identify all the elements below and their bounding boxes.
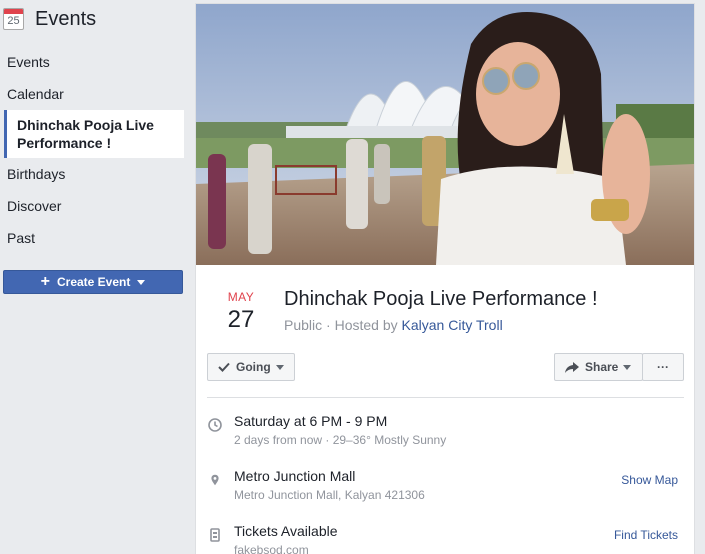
- sidebar-item-discover[interactable]: Discover: [0, 190, 190, 222]
- event-time-sub: 2 days from now · 29–36° Mostly Sunny: [234, 433, 447, 447]
- calendar-icon: 25: [3, 8, 24, 30]
- event-date: MAY 27: [224, 290, 258, 334]
- plus-icon: +: [40, 273, 50, 290]
- more-options-button[interactable]: ···: [642, 353, 684, 381]
- event-time: Saturday at 6 PM - 9 PM: [234, 413, 388, 429]
- hosted-by-label: Hosted by: [334, 317, 398, 333]
- create-event-label: Create Event: [56, 275, 131, 289]
- tickets-available: Tickets Available: [234, 523, 338, 539]
- going-label: Going: [236, 360, 271, 374]
- going-button[interactable]: Going: [207, 353, 295, 381]
- share-button[interactable]: Share: [554, 353, 643, 381]
- sidebar-nav: Events Calendar Dhinchak Pooja Live Perf…: [0, 46, 190, 254]
- event-subtitle: Public · Hosted by Kalyan City Troll: [284, 317, 503, 333]
- event-privacy: Public: [284, 317, 323, 333]
- sidebar-header: 25 Events: [0, 0, 190, 40]
- page-title[interactable]: Events: [35, 8, 96, 31]
- sidebar-item-calendar[interactable]: Calendar: [0, 78, 190, 110]
- sidebar-item-events[interactable]: Events: [0, 46, 190, 78]
- event-month: MAY: [227, 290, 255, 304]
- event-title: Dhinchak Pooja Live Performance !: [284, 288, 598, 310]
- event-location[interactable]: Metro Junction Mall: [234, 468, 355, 484]
- chevron-down-icon: [623, 364, 632, 370]
- event-address: Metro Junction Mall, Kalyan 421306: [234, 488, 425, 502]
- sidebar-item-past[interactable]: Past: [0, 222, 190, 254]
- event-card: MAY 27 Dhinchak Pooja Live Performance !…: [195, 3, 695, 554]
- sidebar: 25 Events Events Calendar Dhinchak Pooja…: [0, 0, 190, 554]
- clock-icon: [208, 418, 222, 432]
- show-map-link[interactable]: Show Map: [621, 473, 678, 487]
- sidebar-item-current-event[interactable]: Dhinchak Pooja Live Performance !: [4, 110, 184, 158]
- tickets-site[interactable]: fakebsod.com: [234, 543, 309, 554]
- share-label: Share: [585, 360, 619, 374]
- event-cover-photo[interactable]: [196, 4, 694, 265]
- divider: [207, 397, 684, 398]
- sidebar-item-birthdays[interactable]: Birthdays: [0, 158, 190, 190]
- find-tickets-link[interactable]: Find Tickets: [614, 528, 678, 542]
- chevron-down-icon: [275, 364, 284, 370]
- share-arrow-icon: [565, 361, 579, 373]
- create-event-button[interactable]: + Create Event: [3, 270, 183, 294]
- event-host-link[interactable]: Kalyan City Troll: [402, 317, 503, 333]
- map-pin-icon: [211, 474, 219, 486]
- cover-photo-illustration: [196, 4, 694, 265]
- chevron-down-icon: [137, 279, 146, 285]
- ticket-icon: [210, 528, 220, 542]
- check-icon: [218, 362, 230, 372]
- event-day: 27: [227, 306, 255, 333]
